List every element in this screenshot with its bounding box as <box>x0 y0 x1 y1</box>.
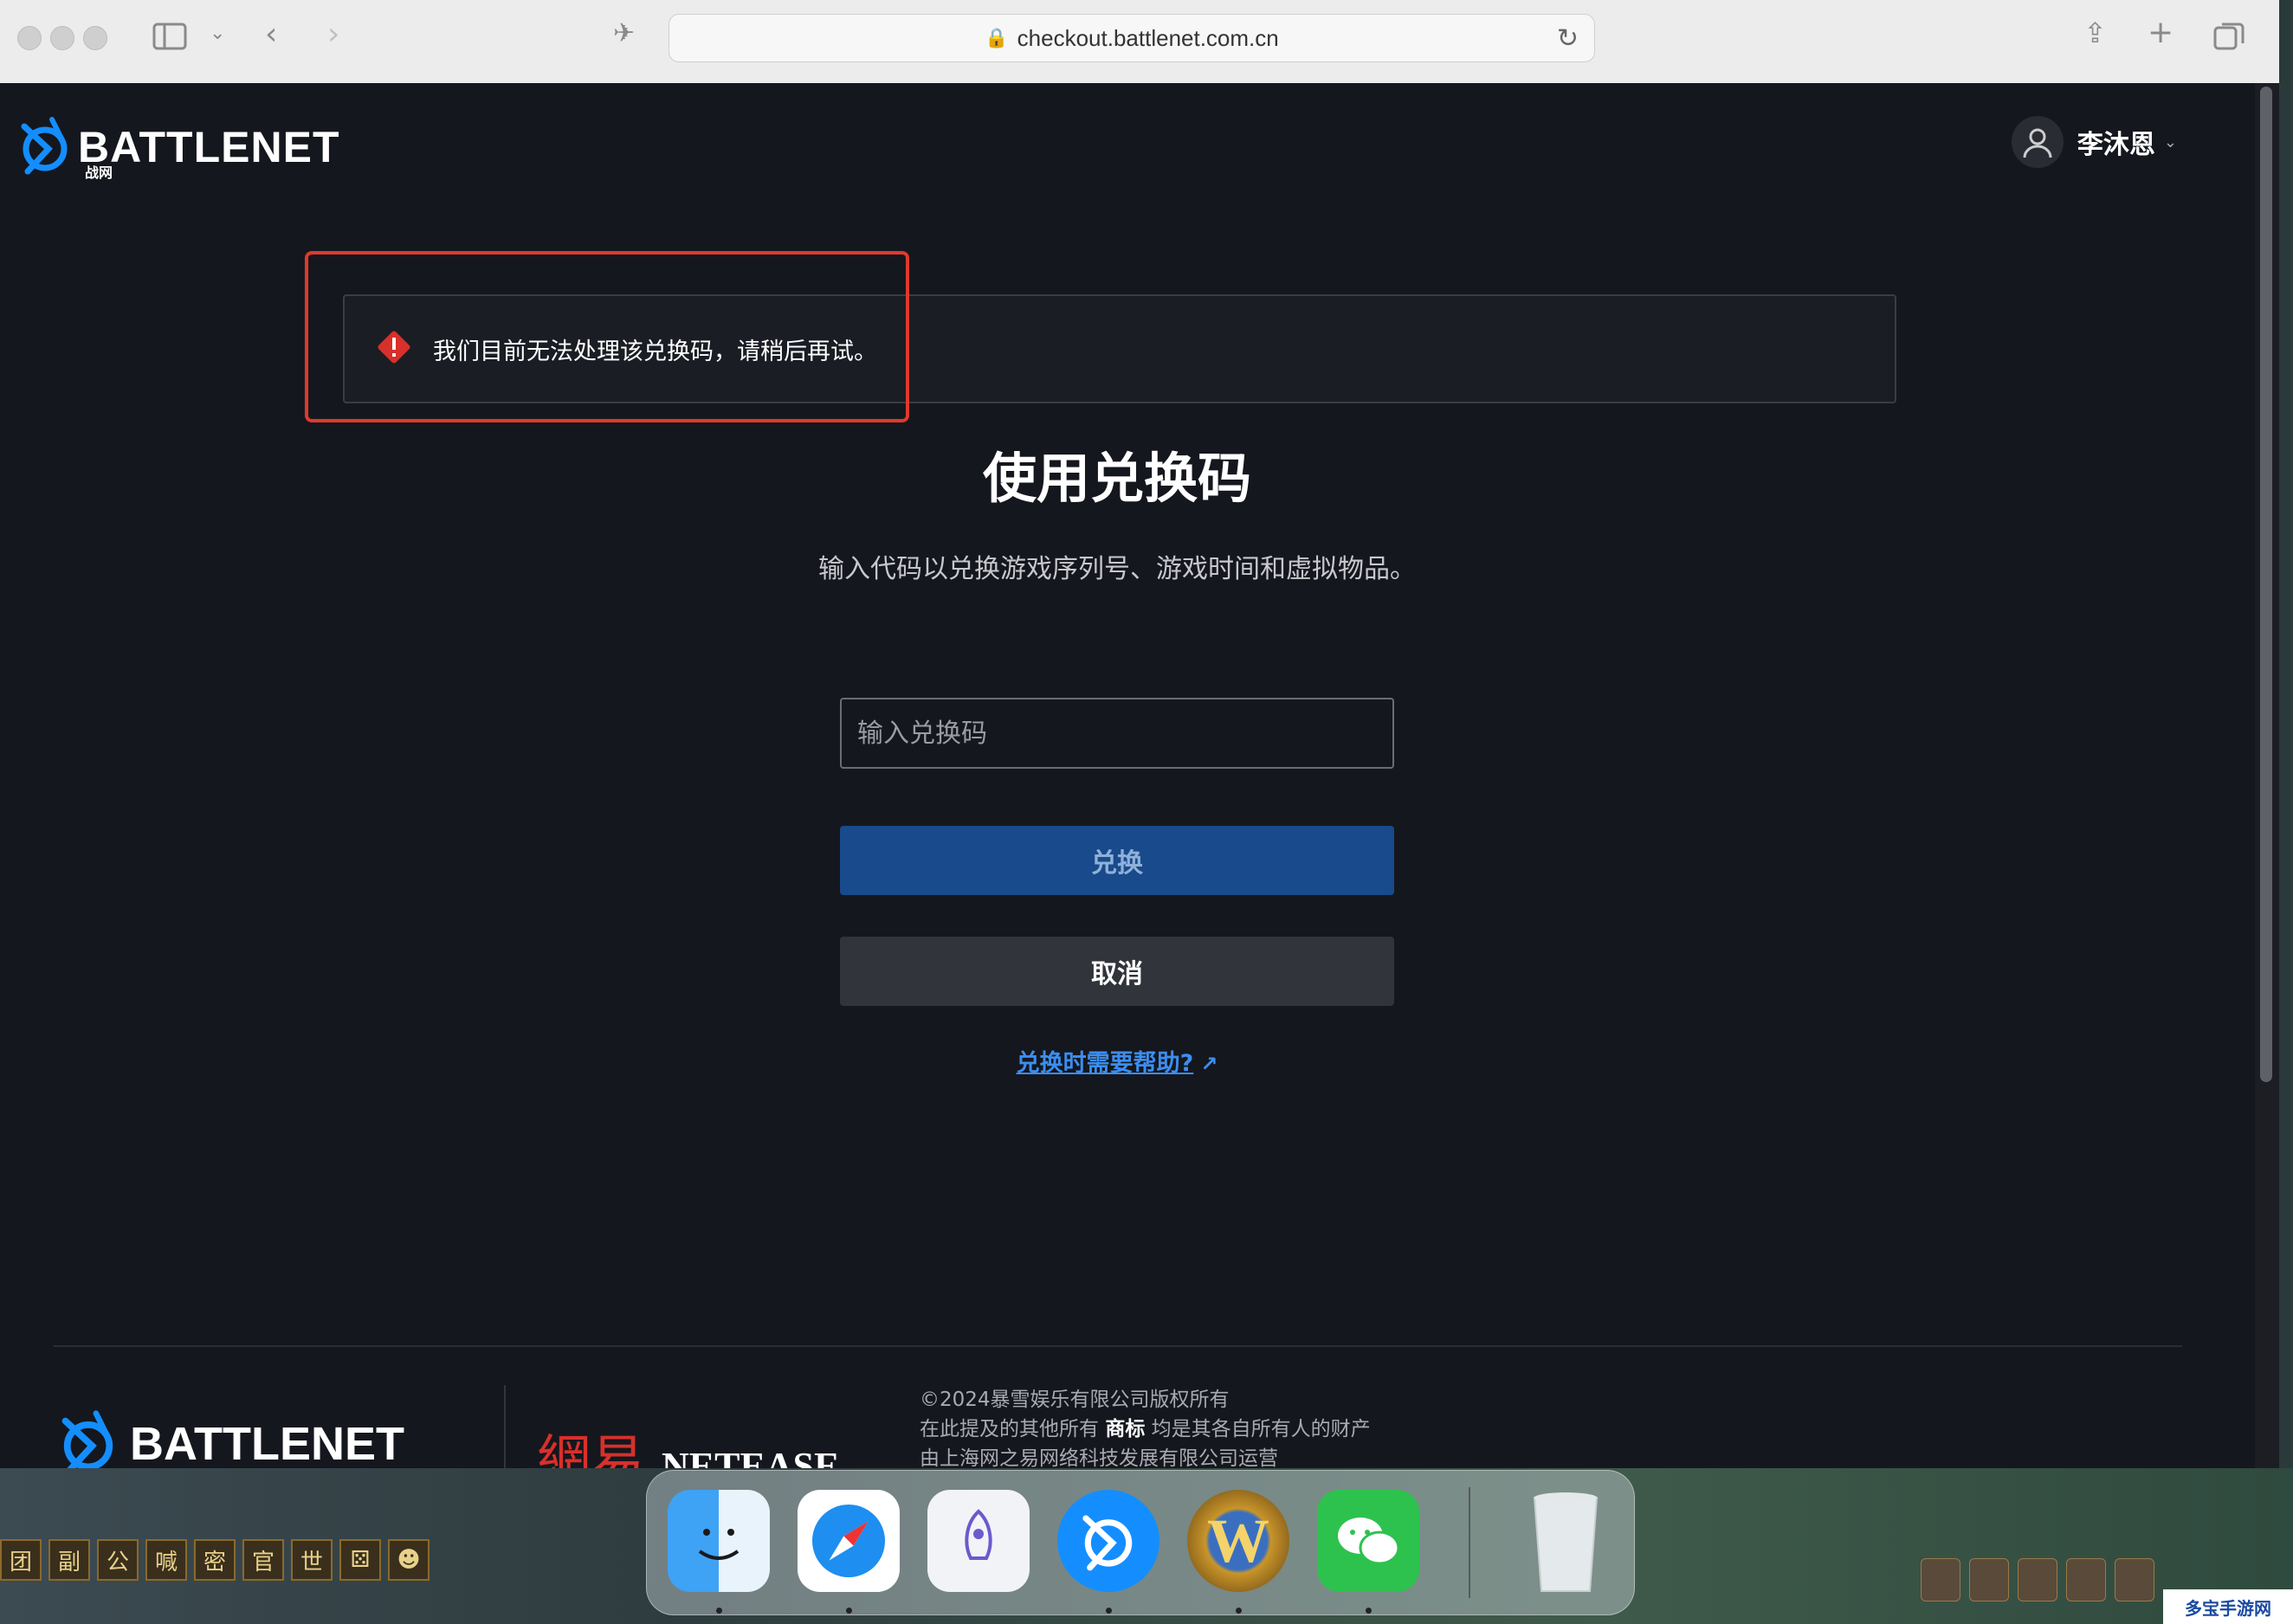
zoom-window-button[interactable] <box>83 26 107 50</box>
close-window-button[interactable] <box>17 26 42 50</box>
running-indicator <box>716 1608 722 1614</box>
legal-text: ©2024暴雪娱乐有限公司版权所有 在此提及的其他所有 商标 均是其各自所有人的… <box>920 1385 1371 1468</box>
footer-separator <box>504 1385 506 1468</box>
trademark-line: 在此提及的其他所有 商标 均是其各自所有人的财产 <box>920 1418 1371 1440</box>
redeem-page: BATTLENET 战网 李沐恩 ⌄ 我们目前无法处理该兑换码，请稍后再试。 使… <box>0 83 2255 1468</box>
safari-icon[interactable] <box>798 1490 900 1592</box>
running-indicator <box>1106 1608 1112 1614</box>
help-row: 兑换时需要帮助? ↗ <box>0 1044 2234 1078</box>
tray-item[interactable] <box>2066 1558 2106 1601</box>
wow-icon[interactable]: W <box>1187 1490 1289 1592</box>
wechat-icon[interactable] <box>1317 1490 1419 1592</box>
footer-logo-text: BATTLENET <box>130 1418 404 1468</box>
running-indicator <box>1236 1608 1242 1614</box>
page-scrollbar-thumb[interactable] <box>2260 87 2272 1082</box>
game-chat-tab[interactable]: 团 <box>0 1539 42 1581</box>
avatar <box>2011 116 2064 168</box>
footer-battlenet-logo[interactable]: BATTLENET <box>52 1408 404 1468</box>
share-icon[interactable]: ⇪ <box>2083 19 2107 47</box>
finder-icon[interactable] <box>668 1490 770 1592</box>
trademark-link[interactable]: 商标 <box>1105 1418 1145 1440</box>
address-bar[interactable]: 🔒 checkout.battlenet.com.cn ↻ <box>669 14 1595 62</box>
dock: W <box>646 1470 1635 1615</box>
launchpad-icon[interactable] <box>927 1490 1030 1592</box>
username: 李沐恩 <box>2077 130 2155 160</box>
minimize-window-button[interactable] <box>50 26 74 50</box>
tray-item[interactable] <box>2018 1558 2057 1601</box>
netease-logo-en: NETEASE <box>662 1445 840 1468</box>
game-chat-tab[interactable]: 官 <box>242 1539 284 1581</box>
sidebar-toggle-icon[interactable] <box>152 23 187 56</box>
chevron-down-icon: ⌄ <box>2163 132 2177 151</box>
redeem-button[interactable]: 兑换 <box>840 826 1394 895</box>
copyright-text: ©2024暴雪娱乐有限公司版权所有 <box>920 1389 1230 1411</box>
logo-text: BATTLENET <box>78 123 340 171</box>
netease-logo-cn: 網易 <box>537 1428 645 1468</box>
browser-toolbar: ⌄ ‹ › ✈ 🔒 checkout.battlenet.com.cn ↻ ⇪ … <box>0 0 2279 84</box>
tray-item[interactable] <box>2115 1558 2154 1601</box>
lock-icon: 🔒 <box>985 27 1009 48</box>
battlenet-icon[interactable] <box>1057 1490 1159 1592</box>
running-indicator <box>1366 1608 1372 1614</box>
page-subtitle: 输入代码以兑换游戏序列号、游戏时间和虚拟物品。 <box>818 554 1416 584</box>
game-tray <box>1912 1558 2154 1601</box>
footer-divider <box>54 1345 2182 1347</box>
trash-icon[interactable] <box>1515 1490 1617 1592</box>
user-icon <box>2023 128 2052 158</box>
battlenet-logo-icon <box>21 117 68 175</box>
forward-icon[interactable]: › <box>327 19 339 50</box>
url-text: checkout.battlenet.com.cn <box>1017 24 1279 51</box>
back-icon[interactable]: ‹ <box>265 19 277 50</box>
tab-overview-icon[interactable] <box>2213 21 2245 56</box>
game-chat-bar: 团 副 公 喊 密 官 世 ⚄ ☻ <box>0 1539 436 1581</box>
tray-item[interactable] <box>1921 1558 1960 1601</box>
reload-icon[interactable]: ↻ <box>1557 23 1579 54</box>
operator-text: 由上海网之易网络科技发展有限公司运营 <box>920 1447 1278 1468</box>
battlenet-logo-icon <box>61 1410 113 1468</box>
watermark: 多宝手游网 <box>2163 1589 2293 1624</box>
chevron-down-icon[interactable]: ⌄ <box>210 24 225 43</box>
redeem-code-input[interactable] <box>840 698 1394 769</box>
running-indicator <box>846 1608 852 1614</box>
game-chat-tab[interactable]: 世 <box>291 1539 333 1581</box>
player-icon[interactable]: ☻ <box>388 1539 430 1581</box>
game-chat-tab[interactable]: 副 <box>48 1539 90 1581</box>
game-chat-tab[interactable]: 喊 <box>145 1539 187 1581</box>
game-chat-tab[interactable]: 公 <box>97 1539 139 1581</box>
netease-logo[interactable]: 網易 NETEASE <box>537 1416 839 1468</box>
user-menu[interactable]: 李沐恩 ⌄ <box>2011 116 2177 168</box>
annotation-highlight-box <box>305 251 909 422</box>
game-chat-tab[interactable]: 密 <box>194 1539 236 1581</box>
logo-subtext: 战网 <box>85 164 113 181</box>
privacy-shield-icon[interactable]: ✈ <box>613 21 635 47</box>
new-tab-icon[interactable]: + <box>2148 17 2174 48</box>
dice-icon[interactable]: ⚄ <box>339 1539 381 1581</box>
page-title: 使用兑换码 <box>982 447 1251 510</box>
external-link-icon[interactable]: ↗ <box>1200 1052 1218 1076</box>
help-link[interactable]: 兑换时需要帮助? <box>1017 1050 1194 1077</box>
battlenet-logo[interactable]: BATTLENET 战网 <box>12 114 340 181</box>
wow-letter: W <box>1207 1505 1269 1576</box>
dock-separator <box>1469 1487 1470 1598</box>
cancel-button[interactable]: 取消 <box>840 937 1394 1006</box>
tray-item[interactable] <box>1969 1558 2009 1601</box>
